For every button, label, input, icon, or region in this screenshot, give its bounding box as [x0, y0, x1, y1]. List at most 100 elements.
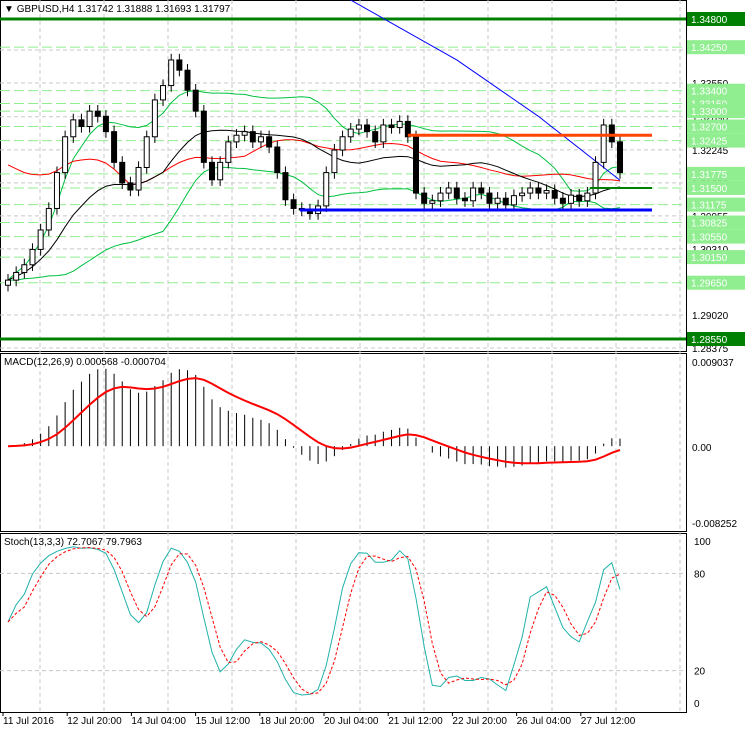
- stoch-tick: 20: [694, 667, 706, 678]
- bollinger-upper: [7, 90, 621, 281]
- candle-body: [617, 141, 623, 174]
- symbol-title: GBPUSD,H4: [16, 4, 75, 15]
- candle-body: [111, 131, 118, 163]
- stoch-tick: 0: [694, 699, 700, 710]
- panel-frame: [0, 353, 687, 532]
- candle-body: [339, 136, 346, 151]
- candle-body: [70, 119, 77, 138]
- panel-frame: [0, 0, 687, 352]
- candle-body: [453, 187, 460, 199]
- level-label: 1.34800: [691, 15, 728, 26]
- level-label: 1.31500: [691, 184, 728, 195]
- candle-body: [494, 197, 501, 204]
- ma-blue: [350, 0, 621, 181]
- candle-body: [437, 192, 444, 202]
- candle-body: [290, 199, 297, 209]
- candle-body: [461, 197, 468, 202]
- x-label: 20 Jul 04:00: [324, 716, 379, 727]
- stoch-tick: 80: [694, 569, 706, 580]
- candle-body: [37, 229, 44, 250]
- level-label: 1.31775: [691, 170, 728, 181]
- candle-body: [274, 146, 281, 174]
- candle-body: [568, 194, 575, 204]
- x-label: 27 Jul 12:00: [581, 716, 636, 727]
- x-label: 26 Jul 04:00: [517, 716, 572, 727]
- ma-red: [7, 139, 621, 186]
- candle-body: [135, 166, 142, 191]
- candle-body: [282, 172, 289, 201]
- candle-body: [600, 124, 607, 163]
- x-label: 21 Jul 12:00: [388, 716, 443, 727]
- candle-body: [388, 124, 395, 129]
- candle-body: [502, 197, 509, 206]
- candle-body: [217, 161, 224, 181]
- candle-body: [364, 124, 371, 133]
- macd-tick: 0.00: [692, 443, 712, 454]
- candle-body: [347, 128, 354, 138]
- candle-body: [5, 279, 11, 286]
- candle-body: [241, 131, 248, 136]
- candle-body: [559, 197, 566, 204]
- candle-body: [421, 192, 428, 204]
- stoch-signal-line: [7, 547, 621, 695]
- candle-body: [519, 192, 526, 197]
- x-label: 14 Jul 04:00: [131, 716, 186, 727]
- x-label: 15 Jul 12:00: [196, 716, 251, 727]
- level-label: 1.30150: [691, 253, 728, 264]
- macd-signal-line: [7, 377, 621, 465]
- panel-frame: [0, 533, 687, 713]
- candle-body: [331, 149, 338, 174]
- candle-body: [543, 190, 550, 194]
- ma-black: [7, 129, 621, 281]
- candle-body: [527, 187, 534, 194]
- candle-body: [86, 110, 93, 128]
- candle-body: [78, 119, 85, 128]
- candle-body: [249, 131, 256, 143]
- candle-body: [576, 194, 583, 202]
- x-label: 11 Jul 2016: [3, 716, 54, 727]
- macd-tick: -0.008252: [692, 519, 737, 530]
- candle-body: [151, 99, 158, 138]
- candle-body: [45, 207, 52, 231]
- candle-body: [225, 141, 232, 163]
- candle-body: [209, 161, 215, 181]
- high-value: 1.31888: [116, 4, 153, 15]
- level-label: 1.32425: [691, 137, 728, 148]
- stoch-main-line: [7, 546, 621, 696]
- candle-body: [429, 200, 436, 204]
- candle-body: [21, 264, 28, 273]
- level-label: 1.30550: [691, 233, 728, 244]
- candle-body: [608, 124, 615, 143]
- bollinger-lower: [8, 166, 621, 281]
- chart-window: 1.341951.335501.328901.322451.316001.309…: [0, 0, 746, 731]
- candle-body: [184, 69, 191, 91]
- level-label: 1.28550: [691, 335, 728, 346]
- stoch-title: Stoch(13,3,3) 72.7067 79.7963: [4, 537, 142, 548]
- candle-body: [486, 192, 493, 204]
- level-label: 1.30825: [691, 219, 728, 230]
- candle-body: [380, 124, 387, 143]
- candle-body: [127, 182, 134, 191]
- candle-body: [445, 187, 452, 194]
- close-value: 1.31797: [194, 4, 231, 15]
- level-label: 1.31175: [691, 201, 727, 212]
- candle-body: [257, 136, 264, 143]
- candle-body: [62, 136, 69, 174]
- candle-body: [176, 59, 183, 71]
- candle-body: [470, 187, 477, 202]
- candle-body: [13, 271, 20, 281]
- open-value: 1.31742: [77, 4, 114, 15]
- candle-body: [168, 59, 175, 87]
- stoch-tick: 100: [694, 537, 711, 548]
- candle-body: [584, 192, 591, 202]
- candle-body: [396, 120, 403, 129]
- candle-body: [266, 136, 273, 148]
- candle-body: [119, 161, 126, 184]
- candle-body: [53, 172, 60, 209]
- x-label: 12 Jul 20:00: [67, 716, 122, 727]
- level-label: 1.32700: [691, 123, 728, 134]
- candle-body: [323, 172, 330, 207]
- candle-body: [355, 124, 362, 130]
- candle-body: [160, 85, 167, 101]
- level-label: 1.33000: [691, 107, 728, 118]
